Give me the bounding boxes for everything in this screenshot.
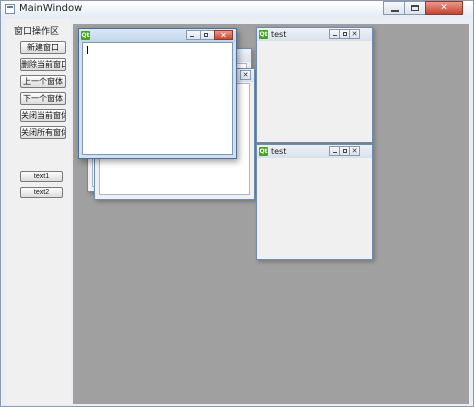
- main-window: MainWindow 窗口操作区 新建窗口 删除当前窗口 上一个窗体 下一个窗体…: [0, 0, 474, 407]
- close-current-window-button[interactable]: 关闭当前窗体: [20, 109, 66, 122]
- close-icon[interactable]: [349, 29, 360, 39]
- text-caret: [87, 46, 88, 54]
- close-icon[interactable]: [349, 146, 360, 156]
- delete-current-window-button[interactable]: 删除当前窗口: [20, 58, 66, 71]
- subwindow-titlebar[interactable]: Qt test: [257, 28, 372, 41]
- subwindow-controls: [186, 30, 233, 40]
- new-window-button[interactable]: 新建窗口: [20, 41, 66, 54]
- subwindow-titlebar[interactable]: Qt test: [257, 145, 372, 158]
- close-all-windows-button[interactable]: 关闭所有窗体: [20, 126, 66, 139]
- close-icon[interactable]: [240, 70, 251, 80]
- text-edit-area[interactable]: [82, 42, 233, 155]
- qt-icon: Qt: [259, 147, 268, 156]
- previous-window-button[interactable]: 上一个窗体: [20, 75, 66, 88]
- subwindow-test-bottom[interactable]: Qt test: [256, 144, 373, 260]
- maximize-icon[interactable]: [200, 30, 215, 40]
- qt-icon: Qt: [259, 30, 268, 39]
- subwindow-title: test: [271, 30, 287, 39]
- close-icon[interactable]: [214, 30, 233, 40]
- next-window-button[interactable]: 下一个窗体: [20, 92, 66, 105]
- minimize-icon[interactable]: [186, 30, 201, 40]
- main-window-controls: [383, 1, 463, 15]
- subwindow-test-top[interactable]: Qt test: [256, 27, 373, 143]
- subwindow-titlebar[interactable]: Qt: [79, 29, 236, 42]
- main-titlebar[interactable]: MainWindow: [1, 1, 473, 18]
- text2-button[interactable]: text2: [20, 187, 63, 198]
- qt-icon: Qt: [81, 31, 90, 40]
- subwindow-active[interactable]: Qt: [78, 28, 237, 159]
- subwindow-controls: [240, 70, 251, 80]
- subwindow-controls: [329, 146, 360, 156]
- close-icon[interactable]: [425, 1, 463, 15]
- operation-panel-title: 窗口操作区: [14, 27, 60, 37]
- text1-button[interactable]: text1: [20, 171, 63, 182]
- main-window-title: MainWindow: [19, 3, 83, 14]
- minimize-icon[interactable]: [383, 1, 405, 15]
- subwindow-title: test: [271, 147, 287, 156]
- maximize-icon[interactable]: [404, 1, 426, 15]
- app-window-icon: [5, 4, 15, 14]
- subwindow-controls: [329, 29, 360, 39]
